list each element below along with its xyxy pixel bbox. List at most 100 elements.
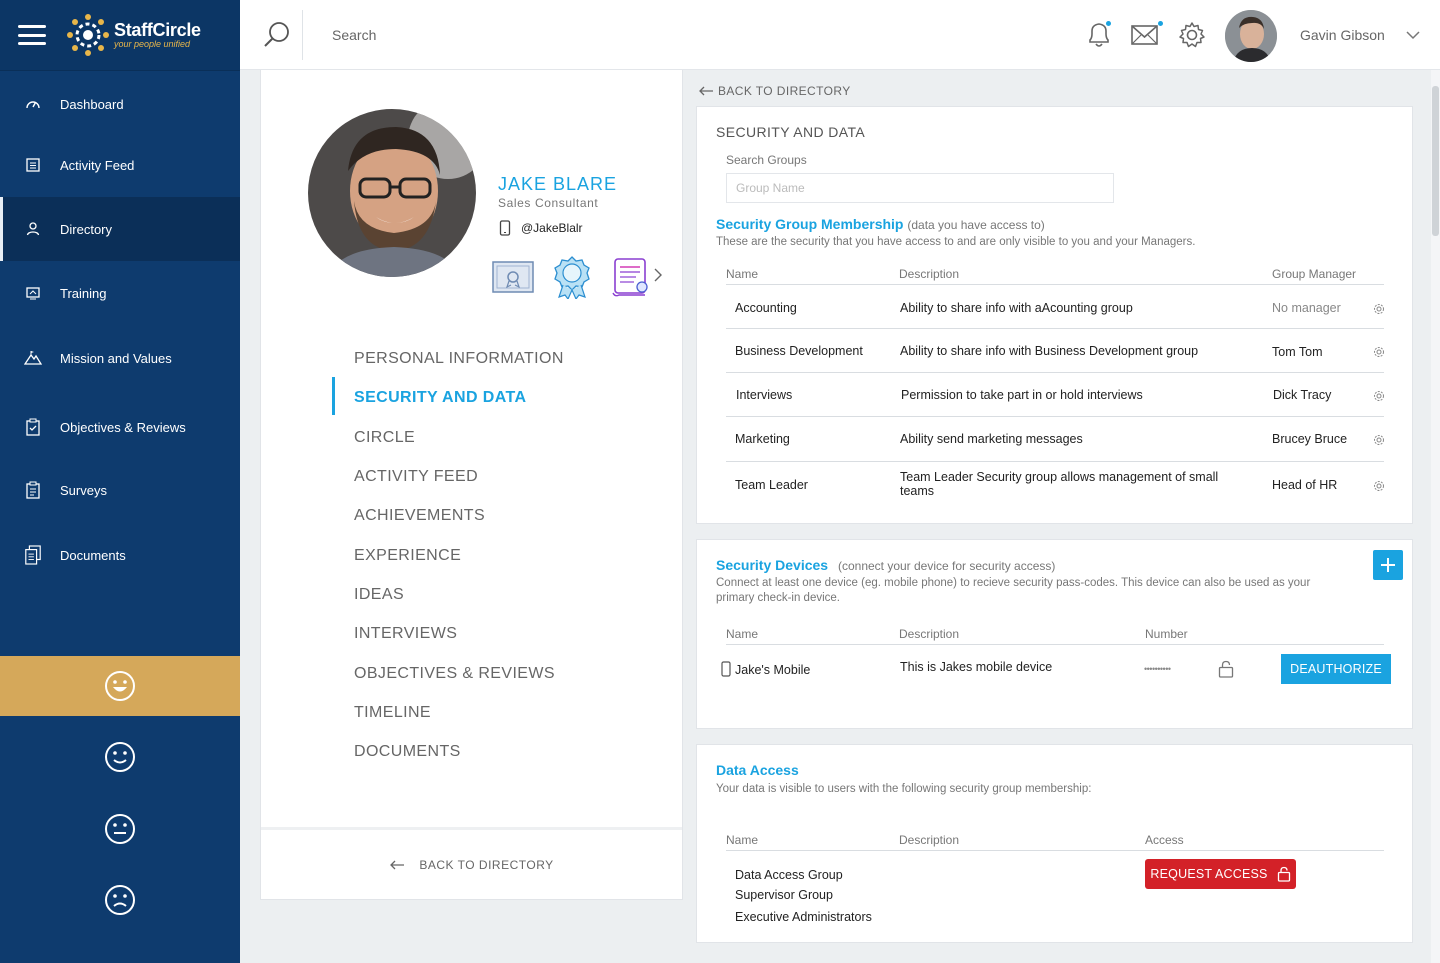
group-search-input[interactable] xyxy=(726,173,1114,203)
gear-icon[interactable] xyxy=(1178,21,1206,49)
search-icon[interactable] xyxy=(262,20,292,50)
profile-job-title: Sales Consultant xyxy=(498,196,599,210)
table-header-divider xyxy=(726,644,1384,645)
user-avatar[interactable] xyxy=(1225,10,1277,62)
group-description: Ability to share info with aAcounting gr… xyxy=(900,301,1133,315)
gear-icon[interactable] xyxy=(1373,480,1385,492)
back-to-directory-top[interactable]: BACK TO DIRECTORY xyxy=(698,84,851,98)
profile-handle: @JakeBlalr xyxy=(499,220,583,236)
search-groups-label: Search Groups xyxy=(726,153,807,167)
activity-feed-icon xyxy=(24,156,42,174)
dashboard-icon xyxy=(24,95,42,113)
mail-notification-dot xyxy=(1158,21,1163,26)
device-name: Jake's Mobile xyxy=(735,663,811,677)
device-number: •••••••••• xyxy=(1144,664,1171,674)
documents-icon xyxy=(24,545,42,565)
lock-icon[interactable] xyxy=(1218,660,1234,678)
directory-icon xyxy=(24,220,42,238)
objectives-icon xyxy=(24,418,42,436)
top-bar: Gavin Gibson xyxy=(240,0,1440,70)
sidebar-item-label: Mission and Values xyxy=(60,350,172,366)
back-label: BACK TO DIRECTORY xyxy=(718,84,851,98)
profile-photo xyxy=(308,109,476,277)
gear-icon[interactable] xyxy=(1373,390,1385,402)
column-header-access: Access xyxy=(1145,833,1184,847)
row-divider xyxy=(726,416,1384,417)
menu-timeline[interactable]: TIMELINE xyxy=(354,704,431,722)
sidebar-item-label: Dashboard xyxy=(60,96,124,112)
sidebar: StaffCircle your people unified Dashboar… xyxy=(0,0,240,963)
sidebar-item-label: Directory xyxy=(60,221,113,237)
mood-sad[interactable] xyxy=(0,870,240,930)
back-to-directory-bottom[interactable]: BACK TO DIRECTORY xyxy=(261,827,682,899)
chevron-right-icon[interactable] xyxy=(653,268,663,282)
sidebar-item-dashboard[interactable]: Dashboard xyxy=(0,72,240,136)
mission-icon xyxy=(24,349,42,367)
menu-activity-feed[interactable]: ACTIVITY FEED xyxy=(354,468,478,486)
menu-achievements[interactable]: ACHIEVEMENTS xyxy=(354,507,485,525)
column-header-name: Name xyxy=(726,267,759,281)
very-happy-icon xyxy=(105,671,135,701)
menu-documents[interactable]: DOCUMENTS xyxy=(354,743,461,761)
search-input[interactable] xyxy=(320,20,720,50)
neutral-icon xyxy=(105,814,135,844)
sidebar-item-documents[interactable]: Documents xyxy=(0,523,240,587)
gear-icon[interactable] xyxy=(1373,346,1385,358)
chevron-down-icon[interactable] xyxy=(1406,30,1420,40)
sidebar-item-training[interactable]: Training xyxy=(0,261,240,325)
membership-note: (data you have access to) xyxy=(907,218,1045,232)
user-name[interactable]: Gavin Gibson xyxy=(1300,27,1385,43)
certificate-badge-icon[interactable] xyxy=(491,259,535,295)
data-access-heading: Data Access xyxy=(716,762,799,778)
gear-icon[interactable] xyxy=(1373,434,1385,446)
training-icon xyxy=(24,284,42,302)
arrow-left-icon xyxy=(699,86,713,96)
logo-tagline: your people unified xyxy=(114,39,191,49)
access-group-name: Executive Administrators xyxy=(735,910,872,924)
scrollbar-thumb[interactable] xyxy=(1432,86,1439,236)
group-name: Interviews xyxy=(736,388,793,402)
logo[interactable]: StaffCircle your people unified xyxy=(66,13,201,57)
menu-personal-information[interactable]: PERSONAL INFORMATION xyxy=(354,350,564,368)
row-divider xyxy=(726,372,1384,373)
mood-neutral[interactable] xyxy=(0,799,240,859)
page-scrollbar[interactable] xyxy=(1431,70,1440,963)
award-rosette-badge-icon[interactable] xyxy=(549,255,595,299)
sidebar-header: StaffCircle your people unified xyxy=(0,0,240,71)
data-access-description: Your data is visible to users with the f… xyxy=(716,783,1092,795)
logo-name: StaffCircle xyxy=(114,20,201,40)
column-header-description: Description xyxy=(899,833,960,847)
deauthorize-button[interactable]: DEAUTHORIZE xyxy=(1281,654,1391,684)
add-device-button[interactable] xyxy=(1373,550,1403,580)
request-access-button[interactable]: REQUEST ACCESS xyxy=(1145,859,1296,889)
group-manager: Brucey Bruce xyxy=(1272,432,1348,446)
sidebar-item-mission-and-values[interactable]: Mission and Values xyxy=(0,326,240,390)
menu-objectives-reviews[interactable]: OBJECTIVES & REVIEWS xyxy=(354,665,555,683)
group-description: Team Leader Security group allows manage… xyxy=(900,470,1219,498)
lock-icon xyxy=(1277,866,1290,882)
menu-security-and-data[interactable]: SECURITY AND DATA xyxy=(354,389,526,407)
column-header-description: Description xyxy=(899,627,960,641)
membership-heading: Security Group Membership (data you have… xyxy=(716,216,1045,232)
menu-experience[interactable]: EXPERIENCE xyxy=(354,547,461,565)
sidebar-item-directory[interactable]: Directory xyxy=(0,197,240,261)
mood-very-happy[interactable] xyxy=(0,656,240,716)
column-header-group-manager: Group Manager xyxy=(1272,267,1357,281)
menu-ideas[interactable]: IDEAS xyxy=(354,586,404,604)
sidebar-item-surveys[interactable]: Surveys xyxy=(0,458,240,522)
request-access-label: REQUEST ACCESS xyxy=(1150,867,1268,881)
staffcircle-logo-icon xyxy=(67,14,109,56)
mood-happy[interactable] xyxy=(0,727,240,787)
diploma-scroll-badge-icon[interactable] xyxy=(609,255,653,299)
sad-icon xyxy=(105,885,135,915)
menu-circle[interactable]: CIRCLE xyxy=(354,429,415,447)
mail-icon[interactable] xyxy=(1130,23,1160,47)
hamburger-menu-icon[interactable] xyxy=(18,25,46,45)
plus-icon xyxy=(1381,558,1395,572)
happy-icon xyxy=(105,742,135,772)
menu-interviews[interactable]: INTERVIEWS xyxy=(354,625,457,643)
column-header-number: Number xyxy=(1145,627,1188,641)
gear-icon[interactable] xyxy=(1373,303,1385,315)
sidebar-item-objectives-reviews[interactable]: Objectives & Reviews xyxy=(0,395,240,459)
sidebar-item-activity-feed[interactable]: Activity Feed xyxy=(0,133,240,197)
